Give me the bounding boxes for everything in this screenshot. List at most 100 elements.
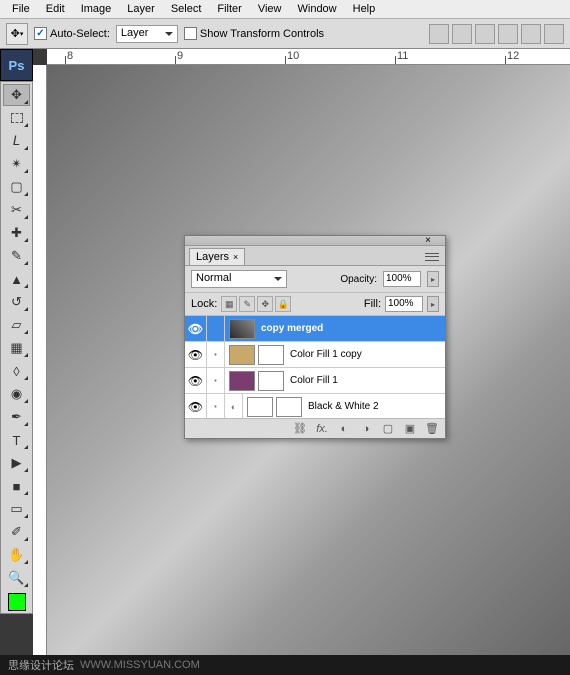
- menu-file[interactable]: File: [4, 1, 38, 17]
- layer-thumbnail[interactable]: [247, 397, 273, 417]
- link-col[interactable]: ⬝: [207, 342, 225, 367]
- align-vcenter-icon[interactable]: [452, 24, 472, 44]
- history-brush-tool[interactable]: ↺: [3, 291, 30, 313]
- layer-mask[interactable]: [276, 397, 302, 417]
- mask-icon[interactable]: ◐: [337, 423, 351, 435]
- layers-panel: × Layers× Normal Opacity: 100% Lock: ▦ ✎…: [184, 235, 446, 439]
- menu-select[interactable]: Select: [163, 1, 210, 17]
- trash-icon[interactable]: 🗑: [425, 422, 439, 435]
- align-left-icon[interactable]: [498, 24, 518, 44]
- blur-tool[interactable]: ◊: [3, 360, 30, 382]
- checkbox-icon[interactable]: ✓: [34, 27, 47, 40]
- toolbox: ✥ 𝘓 ✴ ▢ ✂ ✚ ✎ ▲ ↺ ▱ ▦ ◊ ◉ ✒ T ▶ ■ ▭ ✐ ✋ …: [0, 81, 33, 614]
- shape-tool[interactable]: ■: [3, 475, 30, 497]
- visibility-icon[interactable]: 👁: [185, 368, 207, 393]
- menu-view[interactable]: View: [250, 1, 290, 17]
- link-col[interactable]: ⬝: [207, 368, 225, 393]
- move-tool[interactable]: ✥: [3, 84, 30, 106]
- adjustment-icon[interactable]: ◑: [359, 423, 373, 435]
- type-tool[interactable]: T: [3, 429, 30, 451]
- fill-flyout-icon[interactable]: [427, 296, 439, 312]
- show-transform-toggle[interactable]: Show Transform Controls: [184, 27, 324, 40]
- autoselect-mode-select[interactable]: Layer: [116, 25, 178, 43]
- opacity-input[interactable]: 100%: [383, 271, 421, 287]
- menu-edit[interactable]: Edit: [38, 1, 73, 17]
- lock-position-icon[interactable]: ✥: [257, 296, 273, 312]
- path-select-tool[interactable]: ▶: [3, 452, 30, 474]
- site-name: 思缘设计论坛: [8, 657, 74, 673]
- fill-label: Fill:: [364, 298, 381, 310]
- layer-mask[interactable]: [258, 345, 284, 365]
- adj-icon: ◐: [225, 394, 243, 418]
- align-top-icon[interactable]: [429, 24, 449, 44]
- stamp-tool[interactable]: ▲: [3, 268, 30, 290]
- menu-window[interactable]: Window: [290, 1, 345, 17]
- layer-mask[interactable]: [258, 371, 284, 391]
- lock-label: Lock:: [191, 298, 217, 310]
- autoselect-toggle[interactable]: ✓ Auto-Select:: [34, 27, 110, 40]
- opacity-flyout-icon[interactable]: [427, 271, 439, 287]
- layer-row[interactable]: 👁 copy merged: [185, 316, 445, 342]
- layer-row[interactable]: 👁⬝ Color Fill 1: [185, 368, 445, 394]
- menu-image[interactable]: Image: [73, 1, 120, 17]
- layer-row[interactable]: 👁⬝ Color Fill 1 copy: [185, 342, 445, 368]
- zoom-tool[interactable]: 🔍: [3, 567, 30, 589]
- ruler-vertical: [33, 65, 47, 675]
- checkbox-icon[interactable]: [184, 27, 197, 40]
- close-icon[interactable]: ×: [425, 235, 431, 246]
- options-bar: ✥▾ ✓ Auto-Select: Layer Show Transform C…: [0, 19, 570, 49]
- eraser-tool[interactable]: ▱: [3, 314, 30, 336]
- lasso-tool[interactable]: 𝘓: [3, 130, 30, 152]
- fx-icon[interactable]: fx.: [315, 423, 329, 435]
- lock-transparent-icon[interactable]: ▦: [221, 296, 237, 312]
- panel-titlebar[interactable]: ×: [185, 236, 445, 246]
- layer-name[interactable]: Color Fill 1: [290, 375, 338, 386]
- menu-filter[interactable]: Filter: [209, 1, 249, 17]
- ps-logo: Ps: [0, 49, 33, 81]
- layer-thumbnail[interactable]: [229, 371, 255, 391]
- layer-name[interactable]: copy merged: [261, 323, 323, 334]
- layer-name[interactable]: Color Fill 1 copy: [290, 349, 362, 360]
- new-layer-icon[interactable]: ▣: [403, 422, 417, 435]
- wand-tool[interactable]: ✴: [3, 153, 30, 175]
- align-bottom-icon[interactable]: [475, 24, 495, 44]
- visibility-icon[interactable]: 👁: [185, 316, 207, 341]
- layers-list: 👁copy merged👁⬝Color Fill 1 copy👁⬝Color F…: [185, 316, 445, 418]
- align-right-icon[interactable]: [544, 24, 564, 44]
- crop-tool[interactable]: ▢: [3, 176, 30, 198]
- foreground-color[interactable]: [8, 593, 26, 611]
- link-col[interactable]: [207, 316, 225, 341]
- align-hcenter-icon[interactable]: [521, 24, 541, 44]
- layer-row[interactable]: 👁⬝◐ Black & White 2: [185, 394, 445, 418]
- group-icon[interactable]: ▢: [381, 422, 395, 435]
- status-bar: 思缘设计论坛 WWW.MISSYUAN.COM: [0, 655, 570, 675]
- eyedropper-tool[interactable]: ✐: [3, 521, 30, 543]
- menu-help[interactable]: Help: [345, 1, 384, 17]
- layer-thumbnail[interactable]: [229, 345, 255, 365]
- pen-tool[interactable]: ✒: [3, 406, 30, 428]
- blend-mode-select[interactable]: Normal: [191, 270, 287, 288]
- lock-pixels-icon[interactable]: ✎: [239, 296, 255, 312]
- layers-tab[interactable]: Layers×: [189, 248, 245, 265]
- menu-layer[interactable]: Layer: [119, 1, 163, 17]
- fill-input[interactable]: 100%: [385, 296, 423, 312]
- layer-name[interactable]: Black & White 2: [308, 401, 379, 412]
- menubar: FileEditImageLayerSelectFilterViewWindow…: [0, 0, 570, 19]
- visibility-icon[interactable]: 👁: [185, 394, 207, 418]
- gradient-tool[interactable]: ▦: [3, 337, 30, 359]
- lock-all-icon[interactable]: 🔒: [275, 296, 291, 312]
- notes-tool[interactable]: ▭: [3, 498, 30, 520]
- visibility-icon[interactable]: 👁: [185, 342, 207, 367]
- move-tool-icon[interactable]: ✥▾: [6, 23, 28, 45]
- brush-tool[interactable]: ✎: [3, 245, 30, 267]
- link-col[interactable]: ⬝: [207, 394, 225, 418]
- marquee-tool[interactable]: [3, 107, 30, 129]
- autoselect-label: Auto-Select:: [50, 28, 110, 40]
- panel-menu-icon[interactable]: [425, 252, 439, 262]
- heal-tool[interactable]: ✚: [3, 222, 30, 244]
- slice-tool[interactable]: ✂: [3, 199, 30, 221]
- layer-thumbnail[interactable]: [229, 319, 255, 339]
- hand-tool[interactable]: ✋: [3, 544, 30, 566]
- dodge-tool[interactable]: ◉: [3, 383, 30, 405]
- link-icon[interactable]: ⛓: [293, 422, 307, 435]
